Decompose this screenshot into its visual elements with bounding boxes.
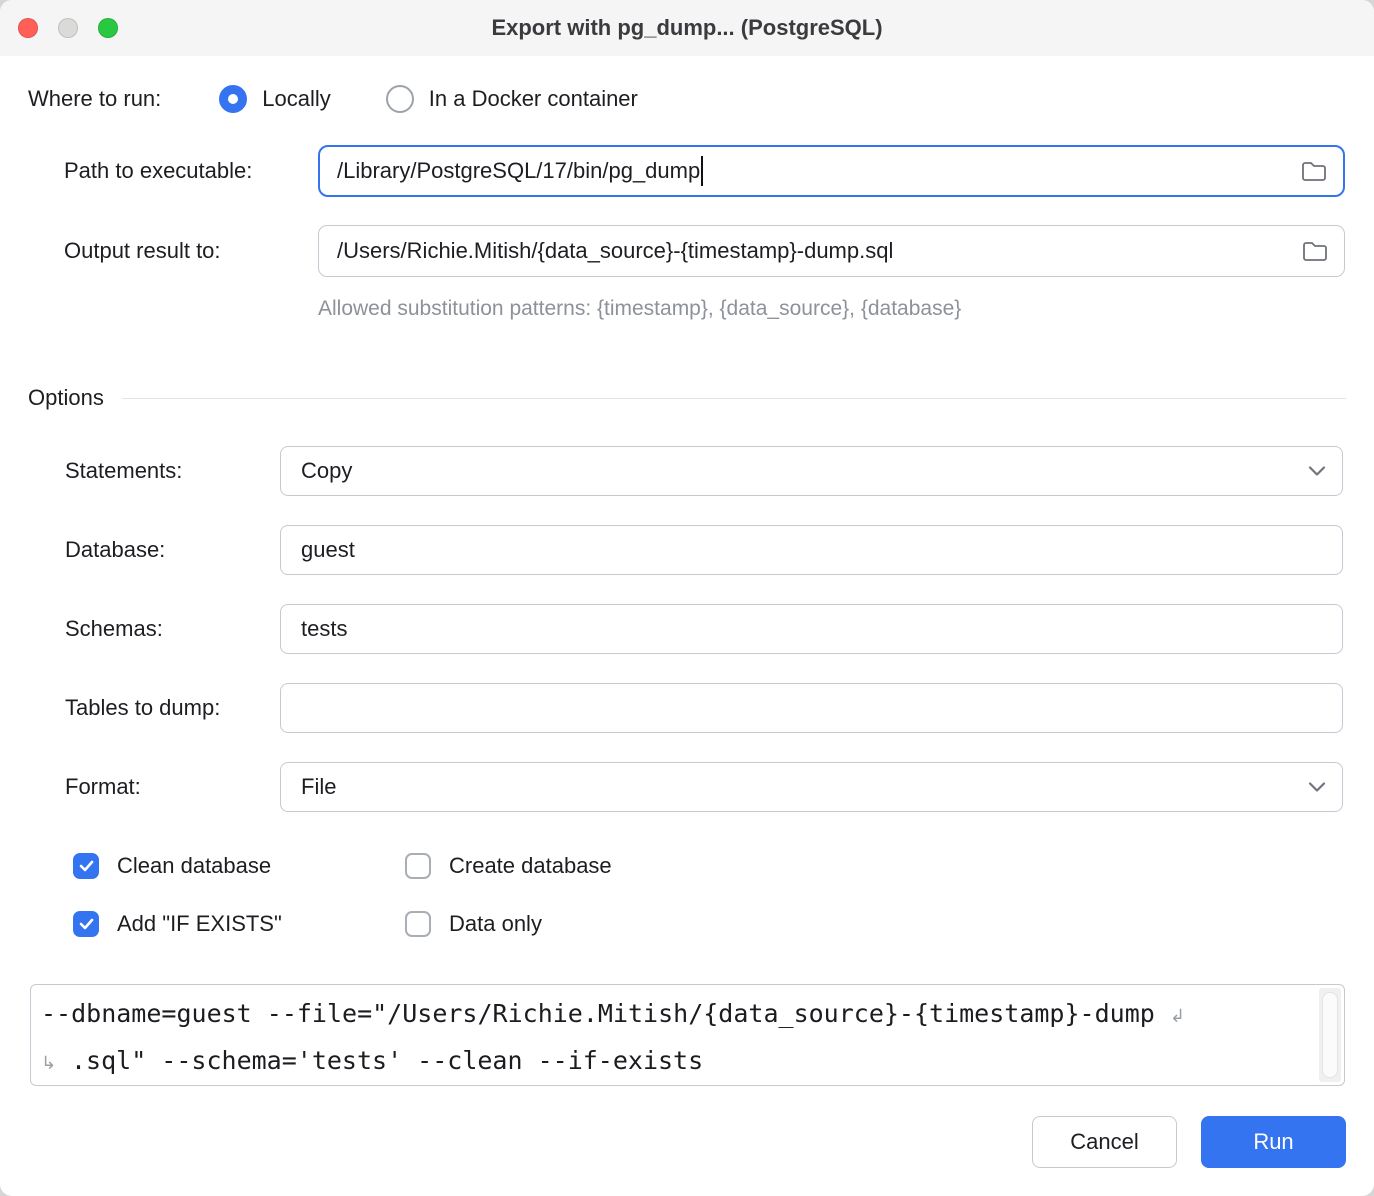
format-dropdown[interactable]: File: [280, 762, 1343, 812]
radio-locally[interactable]: Locally: [219, 85, 330, 113]
where-to-run-label: Where to run:: [28, 86, 161, 112]
soft-wrap-icon: ↲: [1170, 1006, 1185, 1027]
folder-browse-icon[interactable]: [1301, 160, 1327, 182]
scrollbar-thumb[interactable]: [1322, 992, 1338, 1078]
checkbox-row-2: Add "IF EXISTS" Data only: [28, 909, 1346, 939]
radio-docker-label: In a Docker container: [429, 86, 638, 112]
format-label: Format:: [28, 774, 280, 800]
tables-to-dump-label: Tables to dump:: [28, 695, 280, 721]
soft-wrap-icon: ↳: [41, 1042, 71, 1086]
clean-database-label: Clean database: [117, 853, 271, 879]
create-database-checkbox[interactable]: Create database: [405, 853, 612, 879]
dialog-footer: Cancel Run: [28, 1116, 1346, 1168]
section-divider: [122, 398, 1346, 399]
check-icon: [79, 860, 94, 872]
schemas-label: Schemas:: [28, 616, 280, 642]
schemas-input[interactable]: tests: [280, 604, 1343, 654]
dialog-content: Where to run: Locally In a Docker contai…: [0, 78, 1374, 1168]
statements-label: Statements:: [28, 458, 280, 484]
path-to-executable-input[interactable]: /Library/PostgreSQL/17/bin/pg_dump: [318, 145, 1345, 197]
output-result-label: Output result to:: [28, 238, 318, 264]
clean-database-checkbox-box[interactable]: [73, 853, 99, 879]
schemas-value: tests: [301, 616, 347, 642]
data-only-checkbox[interactable]: Data only: [405, 911, 542, 937]
output-result-row: Output result to: /Users/Richie.Mitish/{…: [28, 225, 1346, 277]
traffic-lights: [18, 18, 118, 38]
command-preview[interactable]: --dbname=guest --file="/Users/Richie.Mit…: [30, 984, 1345, 1086]
tables-to-dump-input[interactable]: [280, 683, 1343, 733]
create-database-checkbox-box[interactable]: [405, 853, 431, 879]
options-section-header: Options: [28, 383, 1346, 413]
format-value: File: [301, 774, 336, 800]
add-if-exists-checkbox-box[interactable]: [73, 911, 99, 937]
clean-database-checkbox[interactable]: Clean database: [73, 853, 405, 879]
database-label: Database:: [28, 537, 280, 563]
command-line-2: ↳.sql" --schema='tests' --clean --if-exi…: [41, 1039, 1300, 1086]
cancel-button[interactable]: Cancel: [1032, 1116, 1177, 1168]
path-to-executable-label: Path to executable:: [28, 158, 318, 184]
checkbox-row-1: Clean database Create database: [28, 851, 1346, 881]
radio-locally-label: Locally: [262, 86, 330, 112]
data-only-checkbox-box[interactable]: [405, 911, 431, 937]
schemas-row: Schemas: tests: [28, 604, 1346, 654]
create-database-label: Create database: [449, 853, 612, 879]
export-dialog-window: Export with pg_dump... (PostgreSQL) Wher…: [0, 0, 1374, 1196]
path-to-executable-value: /Library/PostgreSQL/17/bin/pg_dump: [337, 158, 700, 184]
statements-row: Statements: Copy: [28, 446, 1346, 496]
chevron-down-icon: [1308, 466, 1326, 477]
statements-value: Copy: [301, 458, 352, 484]
command-line-1: --dbname=guest --file="/Users/Richie.Mit…: [41, 992, 1300, 1039]
window-title: Export with pg_dump... (PostgreSQL): [491, 15, 882, 41]
radio-docker-circle[interactable]: [386, 85, 414, 113]
close-window-button[interactable]: [18, 18, 38, 38]
data-only-label: Data only: [449, 911, 542, 937]
add-if-exists-label: Add "IF EXISTS": [117, 911, 282, 937]
run-button[interactable]: Run: [1201, 1116, 1346, 1168]
database-row: Database: guest: [28, 525, 1346, 575]
chevron-down-icon: [1308, 782, 1326, 793]
command-line-1-text: --dbname=guest --file="/Users/Richie.Mit…: [41, 999, 1155, 1028]
options-section-label: Options: [28, 385, 104, 411]
database-value: guest: [301, 537, 355, 563]
format-row: Format: File: [28, 762, 1346, 812]
output-result-input[interactable]: /Users/Richie.Mitish/{data_source}-{time…: [318, 225, 1345, 277]
zoom-window-button[interactable]: [98, 18, 118, 38]
where-to-run-row: Where to run: Locally In a Docker contai…: [28, 78, 1346, 120]
command-preview-scrollbar[interactable]: [1319, 988, 1341, 1082]
text-cursor: [701, 156, 703, 186]
radio-docker-container[interactable]: In a Docker container: [386, 85, 638, 113]
titlebar: Export with pg_dump... (PostgreSQL): [0, 0, 1374, 56]
database-input[interactable]: guest: [280, 525, 1343, 575]
add-if-exists-checkbox[interactable]: Add "IF EXISTS": [73, 911, 405, 937]
substitution-patterns-hint: Allowed substitution patterns: {timestam…: [318, 297, 1346, 325]
output-result-value: /Users/Richie.Mitish/{data_source}-{time…: [337, 238, 893, 264]
minimize-window-button[interactable]: [58, 18, 78, 38]
tables-to-dump-row: Tables to dump:: [28, 683, 1346, 733]
statements-dropdown[interactable]: Copy: [280, 446, 1343, 496]
radio-locally-circle[interactable]: [219, 85, 247, 113]
command-line-2-text: .sql" --schema='tests' --clean --if-exis…: [71, 1046, 703, 1075]
check-icon: [79, 918, 94, 930]
folder-browse-icon[interactable]: [1302, 240, 1328, 262]
path-to-executable-row: Path to executable: /Library/PostgreSQL/…: [28, 145, 1346, 197]
